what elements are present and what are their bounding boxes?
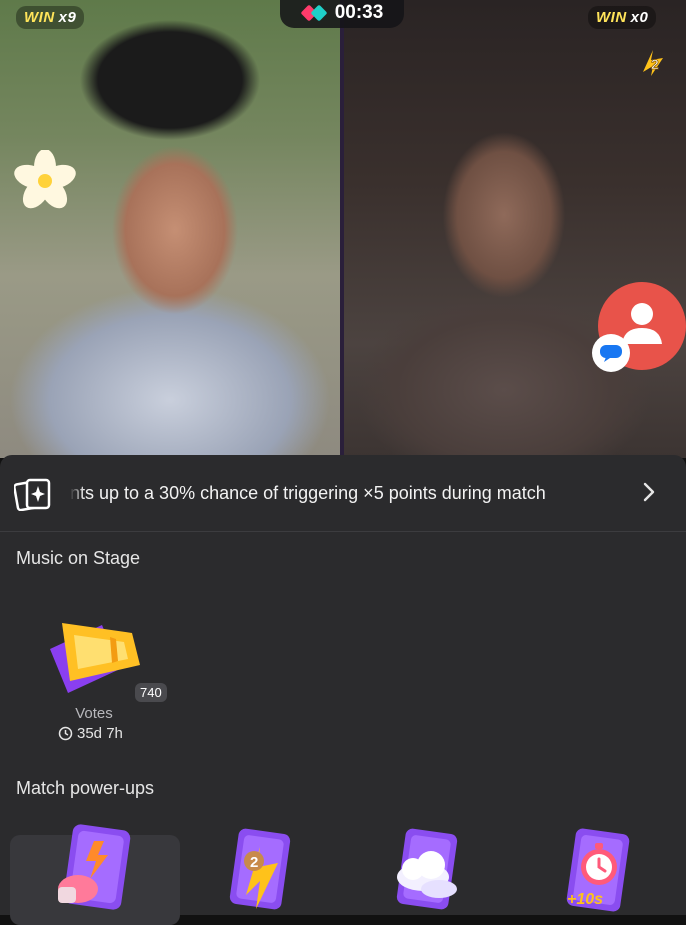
powerups-sheet: nts up to a 30% chance of triggering ×5 … bbox=[0, 455, 686, 925]
rank-2-lightning-card-icon: 2 bbox=[229, 828, 291, 910]
chat-bubble-icon bbox=[600, 345, 622, 362]
chat-button[interactable] bbox=[592, 334, 630, 372]
ticket-count-badge: 740 bbox=[135, 683, 167, 702]
timer-value: 00:33 bbox=[334, 2, 384, 23]
svg-text:2: 2 bbox=[250, 854, 258, 871]
music-on-stage-title: Music on Stage bbox=[16, 548, 141, 568]
win-count: x0 bbox=[630, 9, 649, 26]
rank-2-lightning-icon: 2 bbox=[643, 50, 663, 76]
boxing-glove-card-icon bbox=[58, 824, 131, 910]
powerup-rank-lightning[interactable]: 2 bbox=[180, 828, 350, 925]
win-label: WIN bbox=[24, 9, 55, 26]
time-remaining-value: 35d 7h bbox=[77, 725, 123, 742]
svg-text:2: 2 bbox=[651, 56, 659, 72]
powerup-boxing-glove[interactable] bbox=[10, 824, 180, 925]
left-win-badge: WIN x9 bbox=[16, 6, 85, 29]
right-win-badge: WIN x0 bbox=[588, 6, 657, 29]
match-powerups-title: Match power-ups bbox=[16, 778, 155, 798]
battle-timer: 00:33 bbox=[280, 0, 404, 28]
promo-banner[interactable]: nts up to a 30% chance of triggering ×5 … bbox=[0, 455, 686, 532]
time-remaining: 35d 7h bbox=[58, 725, 123, 742]
banner-text: nts up to a 30% chance of triggering ×5 … bbox=[70, 483, 546, 503]
battle-logo-icon bbox=[300, 4, 328, 22]
powerup-cloud[interactable] bbox=[345, 828, 515, 925]
stopwatch-caption: +10s bbox=[567, 891, 604, 908]
golden-ticket-icon bbox=[50, 623, 140, 693]
left-player-video bbox=[0, 0, 340, 458]
powerups-row: 2 +10s bbox=[0, 824, 686, 925]
powerup-stopwatch[interactable]: +10s bbox=[515, 828, 685, 925]
cloud-card-icon bbox=[396, 828, 458, 910]
clock-icon bbox=[58, 726, 73, 741]
votes-label: Votes bbox=[75, 705, 113, 722]
win-count: x9 bbox=[58, 9, 77, 26]
right-player-video bbox=[344, 0, 686, 458]
win-label: WIN bbox=[596, 9, 627, 26]
plumeria-flower-icon bbox=[14, 150, 76, 209]
chevron-right-icon[interactable] bbox=[638, 481, 660, 503]
sparkle-cards-icon bbox=[14, 478, 51, 511]
